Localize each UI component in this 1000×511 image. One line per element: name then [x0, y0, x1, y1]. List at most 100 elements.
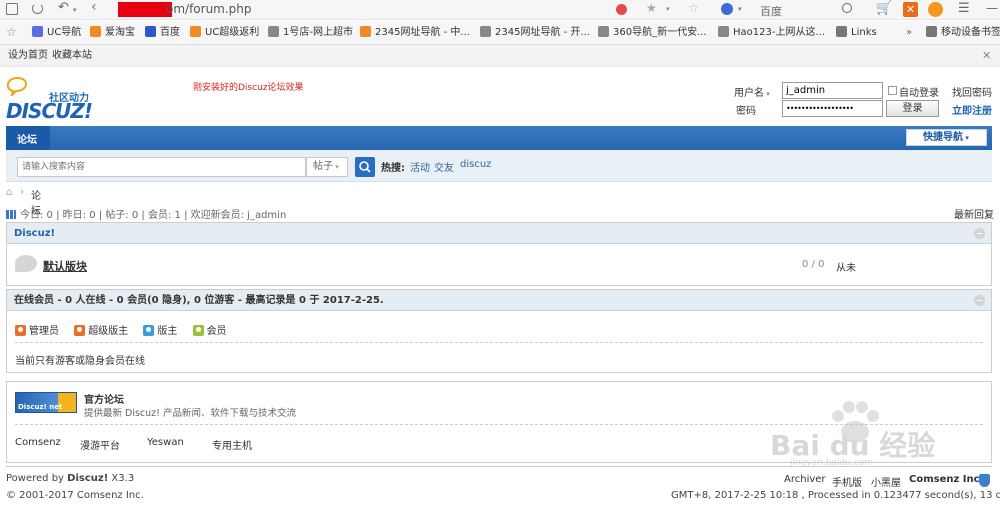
copyright: © 2001-2017 Comsenz Inc. [6, 490, 144, 501]
official-forum-title[interactable]: 官方论坛 [84, 391, 124, 406]
site-topbar: 设为首页 收藏本站 ✕ [0, 45, 1000, 67]
forum-category-box: Discuz! 默认版块 0 / 0 从未 [6, 222, 992, 286]
uc-icon [32, 26, 43, 37]
admin-user-icon [15, 325, 26, 336]
search-icon [359, 161, 371, 173]
bookmark-baidu[interactable]: 百度 [145, 26, 180, 40]
quick-nav-button[interactable]: 快捷导航 ▾ [906, 129, 987, 146]
search-input[interactable] [17, 157, 306, 177]
banner-text: 刚安装好的Discuz论坛效果 [193, 83, 304, 93]
friend-link-item[interactable]: 漫游平台 [80, 437, 120, 452]
chart-icon [6, 210, 16, 219]
overflow-chevron-icon[interactable]: » [906, 26, 912, 40]
refresh-icon[interactable] [32, 3, 43, 14]
nav-tab-forum-label: 论坛 [17, 135, 37, 146]
search-type-select[interactable]: 帖子 ▾ [306, 157, 348, 177]
footer-link-archiver[interactable]: Archiver [784, 474, 826, 485]
bookmark-hao123[interactable]: Hao123-上网从这... [718, 26, 825, 40]
footer-divider [6, 466, 992, 467]
main-nav: 论坛 快捷导航 ▾ [6, 126, 992, 150]
bookmark-yhd[interactable]: 1号店-网上超市 [268, 26, 353, 40]
powered-by: Powered by Discuz! X3.3 [6, 473, 135, 484]
password-input[interactable] [782, 100, 883, 117]
extension-x-icon[interactable]: ✕ [903, 2, 918, 17]
logo-en-text: DISCUZ! [6, 99, 93, 123]
breadcrumb-separator-icon: › [20, 185, 25, 198]
find-password-link[interactable]: 找回密码 [952, 84, 992, 99]
url-text[interactable]: om/forum.php [166, 2, 252, 16]
latest-reply-link[interactable]: 最新回复 [954, 206, 994, 221]
category-header[interactable]: Discuz! [7, 223, 991, 244]
password-label: 密码 [736, 106, 756, 117]
footer-link-blacklist[interactable]: 小黑屋 [871, 474, 901, 489]
bookmark-mobile-folder[interactable]: 移动设备书签 [926, 26, 1000, 40]
friend-link-item[interactable]: Comsenz [15, 437, 61, 448]
friend-link-item[interactable]: 专用主机 [212, 437, 252, 452]
welcome-new-member[interactable]: 欢迎新会员: j_admin [191, 210, 287, 221]
mod-legend: 版主 [143, 325, 177, 337]
security-warning-icon[interactable] [616, 4, 627, 15]
undo-icon[interactable]: ↶ [58, 0, 69, 15]
menu-icon[interactable]: ☰ [958, 1, 970, 16]
register-link[interactable]: 立即注册 [952, 102, 992, 117]
sidebar-toggle-icon[interactable] [6, 3, 18, 15]
friend-links-box: Discuz! net 官方论坛 提供最新 Discuz! 产品新闻、软件下载与… [6, 381, 992, 463]
forum-stats: 今日: 0 | 昨日: 0 | 帖子: 0 | 会员: 1 | 欢迎新会员: j… [6, 206, 994, 221]
baidu-icon [145, 26, 156, 37]
bookmark-2345-b[interactable]: 2345网址导航 - 开... [480, 26, 590, 40]
hot-search-label: 热搜: [381, 163, 405, 174]
logo-bubble-icon [6, 76, 28, 96]
discuz-net-logo-text: Discuz! net [18, 403, 63, 411]
username-type-select[interactable]: 用户名 ▾ [734, 84, 770, 99]
divider [15, 424, 983, 425]
official-forum-desc: 提供最新 Discuz! 产品新闻、软件下载与技术交流 [84, 408, 296, 419]
online-legend: 管理员 超级版主 版主 会员 [15, 322, 227, 337]
bookmark-uc-nav[interactable]: UC导航 [32, 26, 81, 40]
page-icon [598, 26, 609, 37]
auto-login-checkbox[interactable] [888, 86, 897, 95]
bookmark-site-link[interactable]: 收藏本站 [52, 45, 92, 67]
close-icon[interactable]: ✕ [982, 45, 991, 67]
bookmark-star-icon[interactable]: ☆ [688, 1, 699, 15]
home-icon[interactable]: ⌂ [6, 187, 12, 198]
hot-search-link[interactable]: 交友 [434, 159, 454, 174]
search-button[interactable] [355, 157, 375, 177]
site-logo[interactable]: 社区动力 DISCUZ! [6, 76, 106, 124]
collapse-icon[interactable] [974, 228, 985, 239]
search-engine-label[interactable]: 百度 [760, 3, 782, 19]
bookmark-2345-a[interactable]: 2345网址导航 - 中... [360, 26, 470, 40]
dropdown-arrow-icon: ▾ [333, 163, 339, 171]
search-engine-menu-icon[interactable]: ▾ [738, 5, 742, 13]
set-home-link[interactable]: 设为首页 [8, 45, 48, 67]
bookmark-links-folder[interactable]: Links [836, 26, 877, 40]
hot-search-link[interactable]: discuz [460, 159, 491, 170]
bookmark-360[interactable]: 360导航_新一代安... [598, 26, 707, 40]
shield-icon[interactable] [979, 474, 990, 487]
online-header[interactable]: 在线会员 - 0 人在线 - 0 会员(0 隐身), 0 位游客 - 最高记录是… [7, 290, 991, 311]
friend-link-item[interactable]: Yeswan [147, 437, 184, 448]
cart-icon[interactable]: 🛒 [876, 1, 892, 16]
collapse-icon[interactable] [974, 295, 985, 306]
super-mod-legend: 超级版主 [74, 325, 128, 337]
bookmark-uc-rebate[interactable]: UC超级返利 [190, 26, 259, 40]
dropdown-icon[interactable]: ▾ [666, 5, 670, 13]
user-avatar-icon[interactable] [928, 2, 943, 17]
forum-name-link[interactable]: 默认版块 [43, 258, 87, 274]
back-icon[interactable]: ‹ [91, 0, 97, 15]
minimize-icon[interactable]: — [986, 1, 998, 15]
category-title[interactable]: Discuz! [14, 228, 55, 239]
discuz-link[interactable]: Discuz! [67, 473, 108, 484]
search-icon[interactable] [842, 3, 852, 13]
bookmark-taobao[interactable]: 爱淘宝 [90, 26, 135, 40]
login-button[interactable]: 登录 [886, 100, 939, 117]
star-icon[interactable]: ★ [646, 1, 657, 15]
username-input[interactable] [782, 82, 883, 99]
baidu-paw-icon[interactable] [721, 3, 733, 15]
taobao-icon [90, 26, 101, 37]
footer-link-comsenz[interactable]: Comsenz Inc. [909, 474, 983, 485]
hot-search-link[interactable]: 活动 [410, 159, 430, 174]
auto-login-label[interactable]: 自动登录 [899, 84, 939, 99]
page-icon [480, 26, 491, 37]
undo-menu-icon[interactable]: ▾ [73, 6, 77, 14]
footer-link-mobile[interactable]: 手机版 [832, 474, 862, 489]
